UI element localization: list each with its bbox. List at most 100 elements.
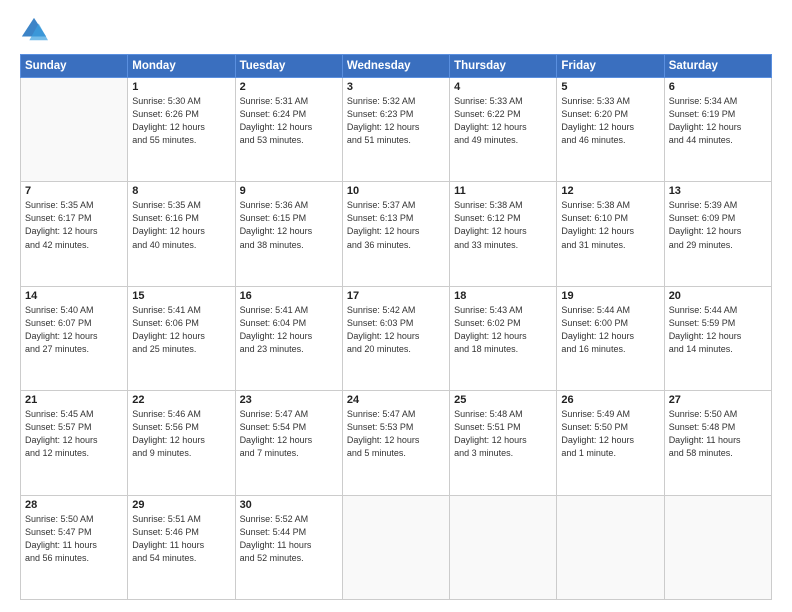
- day-number: 21: [25, 394, 123, 406]
- calendar-cell: 10 Sunrise: 5:37 AM Sunset: 6:13 PM Dayli…: [342, 182, 449, 286]
- calendar-cell: 21 Sunrise: 5:45 AM Sunset: 5:57 PM Dayli…: [21, 391, 128, 495]
- day-number: 25: [454, 394, 552, 406]
- day-info: Sunrise: 5:34 AM Sunset: 6:19 PM Dayligh…: [669, 95, 767, 147]
- calendar-cell: 16 Sunrise: 5:41 AM Sunset: 6:04 PM Dayli…: [235, 286, 342, 390]
- calendar-cell: 30Sunrise: 5:52 AM Sunset: 5:44 PM Dayli…: [235, 495, 342, 599]
- calendar-cell: 14 Sunrise: 5:40 AM Sunset: 6:07 PM Dayli…: [21, 286, 128, 390]
- day-number: 13: [669, 185, 767, 197]
- weekday-header-saturday: Saturday: [664, 55, 771, 78]
- day-number: 7: [25, 185, 123, 197]
- day-info: Sunrise: 5:44 AM Sunset: 6:00 PM Dayligh…: [561, 304, 659, 356]
- day-info: Sunrise: 5:32 AM Sunset: 6:23 PM Dayligh…: [347, 95, 445, 147]
- calendar-cell: 20 Sunrise: 5:44 AM Sunset: 5:59 PM Dayli…: [664, 286, 771, 390]
- calendar-cell: 1Sunrise: 5:30 AM Sunset: 6:26 PM Daylig…: [128, 78, 235, 182]
- calendar-cell: [342, 495, 449, 599]
- day-number: 18: [454, 290, 552, 302]
- day-number: 12: [561, 185, 659, 197]
- calendar-cell: 11 Sunrise: 5:38 AM Sunset: 6:12 PM Dayli…: [450, 182, 557, 286]
- day-number: 11: [454, 185, 552, 197]
- day-info: Sunrise: 5:35 AM Sunset: 6:16 PM Dayligh…: [132, 199, 230, 251]
- day-number: 20: [669, 290, 767, 302]
- calendar-cell: 2 Sunrise: 5:31 AM Sunset: 6:24 PM Daylig…: [235, 78, 342, 182]
- day-number: 16: [240, 290, 338, 302]
- calendar-cell: [21, 78, 128, 182]
- calendar-cell: 28Sunrise: 5:50 AM Sunset: 5:47 PM Dayli…: [21, 495, 128, 599]
- calendar-cell: 29 Sunrise: 5:51 AM Sunset: 5:46 PM Dayli…: [128, 495, 235, 599]
- week-row-1: 1Sunrise: 5:30 AM Sunset: 6:26 PM Daylig…: [21, 78, 772, 182]
- calendar-cell: [557, 495, 664, 599]
- day-number: 5: [561, 81, 659, 93]
- day-number: 24: [347, 394, 445, 406]
- week-row-3: 14 Sunrise: 5:40 AM Sunset: 6:07 PM Dayli…: [21, 286, 772, 390]
- logo-icon: [20, 16, 48, 44]
- day-number: 27: [669, 394, 767, 406]
- day-info: Sunrise: 5:44 AM Sunset: 5:59 PM Dayligh…: [669, 304, 767, 356]
- day-number: 6: [669, 81, 767, 93]
- day-info: Sunrise: 5:38 AM Sunset: 6:12 PM Dayligh…: [454, 199, 552, 251]
- day-info: Sunrise: 5:40 AM Sunset: 6:07 PM Dayligh…: [25, 304, 123, 356]
- day-number: 4: [454, 81, 552, 93]
- day-number: 9: [240, 185, 338, 197]
- calendar-cell: 22 Sunrise: 5:46 AM Sunset: 5:56 PM Dayli…: [128, 391, 235, 495]
- weekday-header-wednesday: Wednesday: [342, 55, 449, 78]
- calendar-cell: 19 Sunrise: 5:44 AM Sunset: 6:00 PM Dayli…: [557, 286, 664, 390]
- calendar-cell: 25 Sunrise: 5:48 AM Sunset: 5:51 PM Dayli…: [450, 391, 557, 495]
- day-info: Sunrise: 5:30 AM Sunset: 6:26 PM Dayligh…: [132, 95, 230, 147]
- weekday-header-monday: Monday: [128, 55, 235, 78]
- day-info: Sunrise: 5:47 AM Sunset: 5:53 PM Dayligh…: [347, 408, 445, 460]
- day-number: 2: [240, 81, 338, 93]
- weekday-header-row: SundayMondayTuesdayWednesdayThursdayFrid…: [21, 55, 772, 78]
- day-info: Sunrise: 5:41 AM Sunset: 6:04 PM Dayligh…: [240, 304, 338, 356]
- day-info: Sunrise: 5:39 AM Sunset: 6:09 PM Dayligh…: [669, 199, 767, 251]
- day-info: Sunrise: 5:33 AM Sunset: 6:20 PM Dayligh…: [561, 95, 659, 147]
- week-row-5: 28Sunrise: 5:50 AM Sunset: 5:47 PM Dayli…: [21, 495, 772, 599]
- weekday-header-thursday: Thursday: [450, 55, 557, 78]
- header: [20, 16, 772, 44]
- day-info: Sunrise: 5:46 AM Sunset: 5:56 PM Dayligh…: [132, 408, 230, 460]
- calendar-cell: 15 Sunrise: 5:41 AM Sunset: 6:06 PM Dayli…: [128, 286, 235, 390]
- weekday-header-sunday: Sunday: [21, 55, 128, 78]
- day-info: Sunrise: 5:43 AM Sunset: 6:02 PM Dayligh…: [454, 304, 552, 356]
- day-info: Sunrise: 5:31 AM Sunset: 6:24 PM Dayligh…: [240, 95, 338, 147]
- day-info: Sunrise: 5:36 AM Sunset: 6:15 PM Dayligh…: [240, 199, 338, 251]
- logo: [20, 16, 52, 44]
- calendar-cell: 3 Sunrise: 5:32 AM Sunset: 6:23 PM Daylig…: [342, 78, 449, 182]
- week-row-2: 7 Sunrise: 5:35 AM Sunset: 6:17 PM Daylig…: [21, 182, 772, 286]
- calendar-cell: 7 Sunrise: 5:35 AM Sunset: 6:17 PM Daylig…: [21, 182, 128, 286]
- day-number: 10: [347, 185, 445, 197]
- day-info: Sunrise: 5:41 AM Sunset: 6:06 PM Dayligh…: [132, 304, 230, 356]
- calendar-cell: 17Sunrise: 5:42 AM Sunset: 6:03 PM Dayli…: [342, 286, 449, 390]
- day-info: Sunrise: 5:48 AM Sunset: 5:51 PM Dayligh…: [454, 408, 552, 460]
- calendar-table: SundayMondayTuesdayWednesdayThursdayFrid…: [20, 54, 772, 600]
- weekday-header-friday: Friday: [557, 55, 664, 78]
- calendar-cell: 26 Sunrise: 5:49 AM Sunset: 5:50 PM Dayli…: [557, 391, 664, 495]
- calendar-cell: 4 Sunrise: 5:33 AM Sunset: 6:22 PM Daylig…: [450, 78, 557, 182]
- day-info: Sunrise: 5:45 AM Sunset: 5:57 PM Dayligh…: [25, 408, 123, 460]
- calendar-cell: 8Sunrise: 5:35 AM Sunset: 6:16 PM Daylig…: [128, 182, 235, 286]
- calendar-cell: 12 Sunrise: 5:38 AM Sunset: 6:10 PM Dayli…: [557, 182, 664, 286]
- day-info: Sunrise: 5:47 AM Sunset: 5:54 PM Dayligh…: [240, 408, 338, 460]
- weekday-header-tuesday: Tuesday: [235, 55, 342, 78]
- day-number: 23: [240, 394, 338, 406]
- day-info: Sunrise: 5:35 AM Sunset: 6:17 PM Dayligh…: [25, 199, 123, 251]
- day-number: 19: [561, 290, 659, 302]
- day-number: 3: [347, 81, 445, 93]
- day-number: 14: [25, 290, 123, 302]
- day-number: 22: [132, 394, 230, 406]
- day-info: Sunrise: 5:49 AM Sunset: 5:50 PM Dayligh…: [561, 408, 659, 460]
- calendar-cell: [664, 495, 771, 599]
- day-info: Sunrise: 5:37 AM Sunset: 6:13 PM Dayligh…: [347, 199, 445, 251]
- calendar-cell: 6 Sunrise: 5:34 AM Sunset: 6:19 PM Daylig…: [664, 78, 771, 182]
- calendar-cell: [450, 495, 557, 599]
- day-info: Sunrise: 5:50 AM Sunset: 5:47 PM Dayligh…: [25, 513, 123, 565]
- day-number: 26: [561, 394, 659, 406]
- day-number: 15: [132, 290, 230, 302]
- week-row-4: 21 Sunrise: 5:45 AM Sunset: 5:57 PM Dayli…: [21, 391, 772, 495]
- calendar-cell: 9 Sunrise: 5:36 AM Sunset: 6:15 PM Daylig…: [235, 182, 342, 286]
- day-info: Sunrise: 5:38 AM Sunset: 6:10 PM Dayligh…: [561, 199, 659, 251]
- day-number: 29: [132, 499, 230, 511]
- day-number: 30: [240, 499, 338, 511]
- calendar-cell: 23 Sunrise: 5:47 AM Sunset: 5:54 PM Dayli…: [235, 391, 342, 495]
- day-info: Sunrise: 5:51 AM Sunset: 5:46 PM Dayligh…: [132, 513, 230, 565]
- day-info: Sunrise: 5:33 AM Sunset: 6:22 PM Dayligh…: [454, 95, 552, 147]
